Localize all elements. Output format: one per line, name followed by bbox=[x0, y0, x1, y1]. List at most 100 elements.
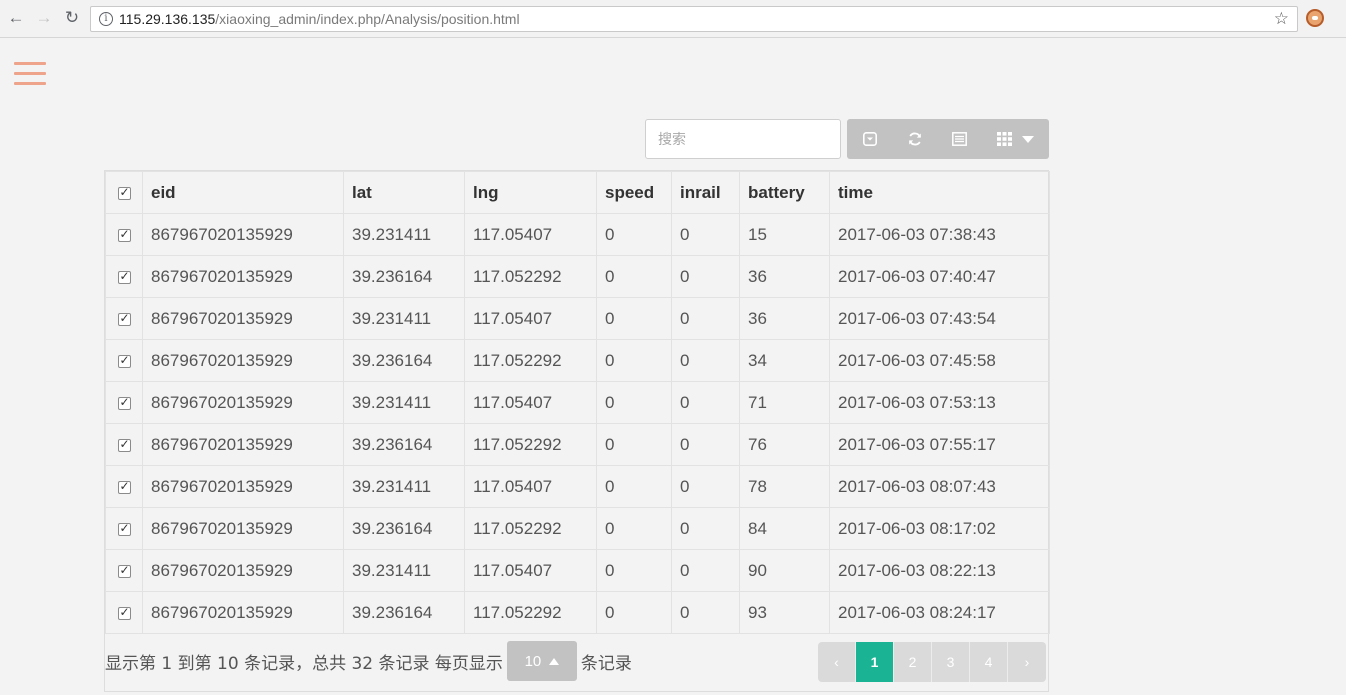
row-select-cell bbox=[105, 507, 143, 550]
bookmark-star-icon[interactable]: ☆ bbox=[1274, 9, 1289, 29]
cell-time: 2017-06-03 07:45:58 bbox=[829, 339, 1050, 382]
info-icon[interactable]: i bbox=[99, 12, 113, 26]
data-table: eid lat lng speed inrail battery time 86… bbox=[105, 171, 1050, 634]
collapse-icon bbox=[862, 132, 877, 146]
row-checkbox[interactable] bbox=[117, 353, 131, 368]
refresh-icon bbox=[908, 132, 921, 146]
cell-battery: 78 bbox=[739, 465, 830, 508]
column-header-lng[interactable]: lng bbox=[464, 171, 597, 214]
table-row[interactable]: 86796702013592939.231411117.054070078201… bbox=[105, 465, 1050, 508]
cell-time: 2017-06-03 07:40:47 bbox=[829, 255, 1050, 298]
column-header-battery[interactable]: battery bbox=[739, 171, 830, 214]
select-all-checkbox[interactable] bbox=[117, 185, 131, 200]
cell-lat: 39.236164 bbox=[343, 423, 465, 466]
back-arrow-icon[interactable]: ← bbox=[6, 8, 26, 28]
url-text[interactable]: 115.29.136.135/xiaoxing_admin/index.php/… bbox=[119, 11, 520, 27]
cell-inrail: 0 bbox=[671, 213, 740, 256]
data-table-container: eid lat lng speed inrail battery time 86… bbox=[104, 170, 1050, 692]
column-header-speed[interactable]: speed bbox=[596, 171, 672, 214]
table-header-row: eid lat lng speed inrail battery time bbox=[105, 171, 1050, 214]
row-checkbox[interactable] bbox=[117, 269, 131, 284]
cell-battery: 34 bbox=[739, 339, 830, 382]
cell-inrail: 0 bbox=[671, 591, 740, 634]
cell-eid: 867967020135929 bbox=[142, 339, 344, 382]
table-row[interactable]: 86796702013592939.231411117.054070036201… bbox=[105, 297, 1050, 340]
row-select-cell bbox=[105, 381, 143, 424]
column-header-time[interactable]: time bbox=[829, 171, 1050, 214]
cell-lng: 117.052292 bbox=[464, 423, 597, 466]
cell-time: 2017-06-03 08:24:17 bbox=[829, 591, 1050, 634]
row-select-cell bbox=[105, 465, 143, 508]
page-button-3[interactable]: 3 bbox=[932, 642, 970, 682]
row-checkbox[interactable] bbox=[117, 521, 131, 536]
cell-lat: 39.231411 bbox=[343, 297, 465, 340]
cell-lat: 39.236164 bbox=[343, 255, 465, 298]
row-select-cell bbox=[105, 591, 143, 634]
row-checkbox[interactable] bbox=[117, 395, 131, 410]
page-button-2[interactable]: 2 bbox=[894, 642, 932, 682]
cell-time: 2017-06-03 07:55:17 bbox=[829, 423, 1050, 466]
column-header-eid[interactable]: eid bbox=[142, 171, 344, 214]
pagination-info: 显示第 1 到第 10 条记录，总共 32 条记录 每页显示 10 条记录 bbox=[105, 641, 632, 681]
cell-inrail: 0 bbox=[671, 297, 740, 340]
cell-time: 2017-06-03 08:22:13 bbox=[829, 549, 1050, 592]
toggle-pagination-button[interactable] bbox=[847, 119, 892, 159]
cell-time: 2017-06-03 07:43:54 bbox=[829, 297, 1050, 340]
records-suffix-text: 条记录 bbox=[580, 653, 632, 674]
table-row[interactable]: 86796702013592939.231411117.054070090201… bbox=[105, 549, 1050, 592]
refresh-button[interactable] bbox=[892, 119, 937, 159]
extension-icon[interactable] bbox=[1306, 9, 1324, 27]
cell-inrail: 0 bbox=[671, 381, 740, 424]
menu-toggle-icon[interactable] bbox=[14, 62, 46, 86]
cell-time: 2017-06-03 07:53:13 bbox=[829, 381, 1050, 424]
forward-arrow-icon[interactable]: → bbox=[34, 8, 54, 28]
cell-battery: 71 bbox=[739, 381, 830, 424]
search-input[interactable] bbox=[645, 119, 841, 159]
cell-inrail: 0 bbox=[671, 507, 740, 550]
row-checkbox[interactable] bbox=[117, 605, 131, 620]
table-row[interactable]: 86796702013592939.236164117.052292008420… bbox=[105, 507, 1050, 550]
cell-lat: 39.236164 bbox=[343, 591, 465, 634]
cell-eid: 867967020135929 bbox=[142, 255, 344, 298]
columns-dropdown-button[interactable] bbox=[982, 119, 1049, 159]
record-count-text: 显示第 1 到第 10 条记录，总共 32 条记录 每页显示 bbox=[105, 653, 503, 674]
prev-page-button[interactable]: ‹ bbox=[818, 642, 856, 682]
cell-eid: 867967020135929 bbox=[142, 549, 344, 592]
table-row[interactable]: 86796702013592939.231411117.054070015201… bbox=[105, 213, 1050, 256]
cell-lng: 117.052292 bbox=[464, 339, 597, 382]
row-checkbox[interactable] bbox=[117, 437, 131, 452]
table-row[interactable]: 86796702013592939.236164117.052292007620… bbox=[105, 423, 1050, 466]
select-all-cell bbox=[105, 171, 143, 214]
reload-icon[interactable]: ↻ bbox=[62, 8, 82, 28]
table-row[interactable]: 86796702013592939.231411117.054070071201… bbox=[105, 381, 1050, 424]
row-checkbox[interactable] bbox=[117, 479, 131, 494]
table-body: 86796702013592939.231411117.054070015201… bbox=[105, 213, 1050, 634]
next-page-button[interactable]: › bbox=[1008, 642, 1046, 682]
toggle-view-button[interactable] bbox=[937, 119, 982, 159]
page-button-1[interactable]: 1 bbox=[856, 642, 894, 682]
row-select-cell bbox=[105, 255, 143, 298]
cell-battery: 76 bbox=[739, 423, 830, 466]
column-header-inrail[interactable]: inrail bbox=[671, 171, 740, 214]
cell-eid: 867967020135929 bbox=[142, 507, 344, 550]
page-size-dropdown[interactable]: 10 bbox=[506, 641, 577, 681]
cell-speed: 0 bbox=[596, 549, 672, 592]
table-row[interactable]: 86796702013592939.236164117.052292003620… bbox=[105, 255, 1050, 298]
cell-eid: 867967020135929 bbox=[142, 297, 344, 340]
page-size-value: 10 bbox=[524, 652, 542, 670]
cell-lat: 39.231411 bbox=[343, 381, 465, 424]
cell-lat: 39.231411 bbox=[343, 465, 465, 508]
column-header-lat[interactable]: lat bbox=[343, 171, 465, 214]
cell-speed: 0 bbox=[596, 339, 672, 382]
address-bar[interactable]: i 115.29.136.135/xiaoxing_admin/index.ph… bbox=[90, 6, 1298, 32]
row-select-cell bbox=[105, 297, 143, 340]
row-checkbox[interactable] bbox=[117, 227, 131, 242]
cell-speed: 0 bbox=[596, 465, 672, 508]
cell-battery: 84 bbox=[739, 507, 830, 550]
row-checkbox[interactable] bbox=[117, 563, 131, 578]
table-row[interactable]: 86796702013592939.236164117.052292003420… bbox=[105, 339, 1050, 382]
cell-speed: 0 bbox=[596, 213, 672, 256]
page-button-4[interactable]: 4 bbox=[970, 642, 1008, 682]
table-row[interactable]: 86796702013592939.236164117.052292009320… bbox=[105, 591, 1050, 634]
row-checkbox[interactable] bbox=[117, 311, 131, 326]
